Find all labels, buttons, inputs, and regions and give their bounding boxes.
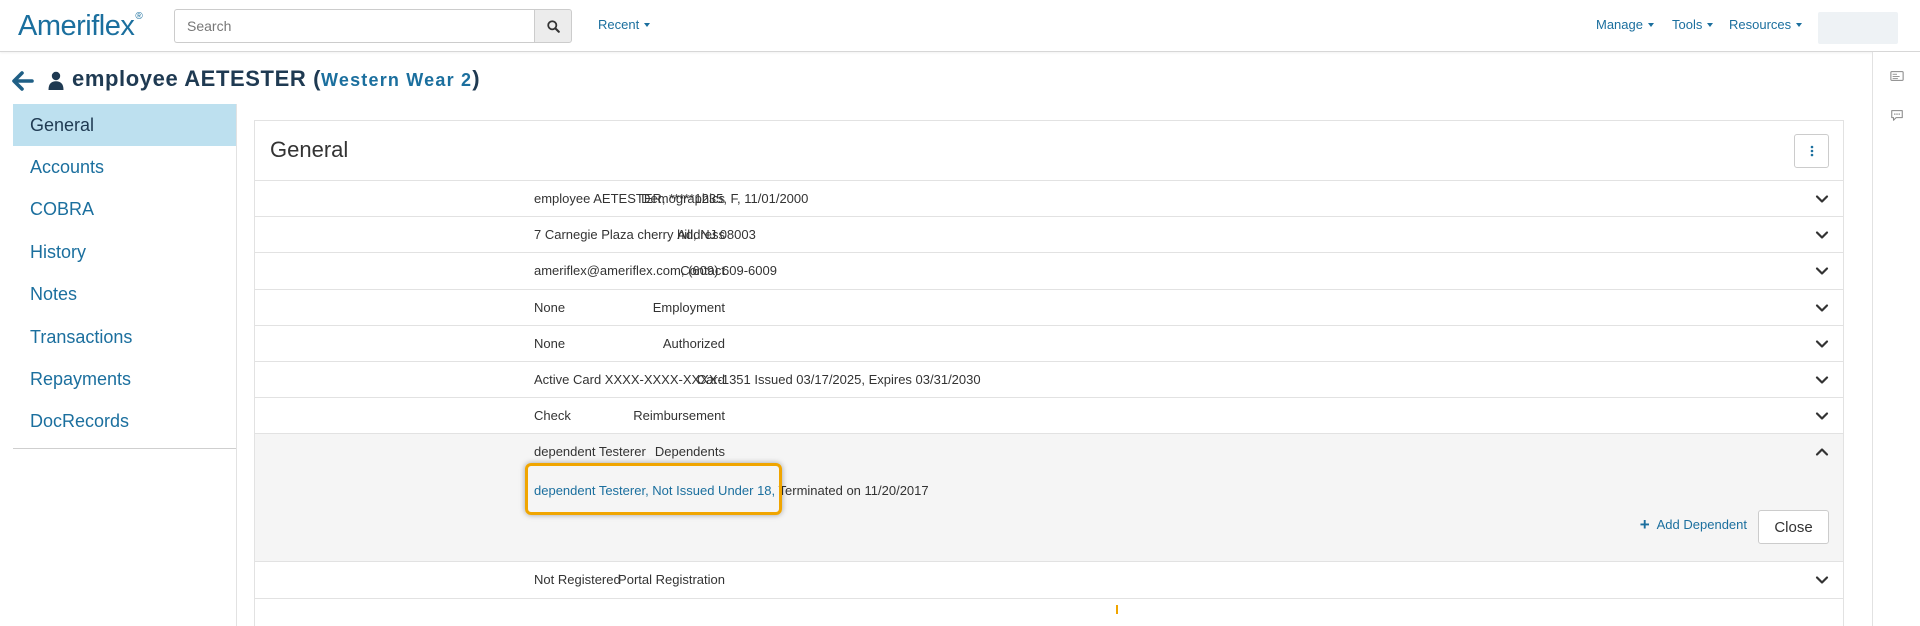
- manage-menu-label: Manage: [1596, 17, 1643, 32]
- employee-name: employee AETESTER: [72, 66, 307, 91]
- sidebar-item-cobra[interactable]: COBRA: [13, 189, 236, 231]
- chevron-down-icon[interactable]: [1815, 264, 1829, 278]
- row-demographics[interactable]: Demographics employee AETESTER, *****123…: [255, 181, 1843, 218]
- close-button[interactable]: Close: [1758, 510, 1829, 545]
- plus-icon: +: [1639, 515, 1650, 535]
- caret-down-icon: [1796, 22, 1803, 27]
- dependents-summary: dependent Testerer: [534, 444, 646, 460]
- row-label: Portal Registration: [618, 572, 725, 588]
- dependent-link[interactable]: dependent Testerer, Not Issued Under 18,: [534, 483, 775, 498]
- close-paren: ): [472, 66, 481, 91]
- row-value: None: [534, 335, 566, 351]
- chevron-down-icon[interactable]: [1815, 228, 1829, 242]
- tools-menu-label: Tools: [1672, 17, 1703, 32]
- dependent-entry: dependent Testerer, Not Issued Under 18,…: [534, 483, 929, 498]
- caret-down-icon: [644, 22, 651, 27]
- recent-menu-label: Recent: [598, 17, 640, 32]
- chevron-down-icon[interactable]: [1815, 337, 1829, 351]
- employer-link[interactable]: Western Wear 2: [321, 70, 472, 90]
- manage-menu[interactable]: Manage: [1596, 17, 1654, 32]
- general-panel: General Demographics employee AETESTER, …: [254, 120, 1844, 626]
- row-value: Not Registered: [534, 572, 621, 588]
- row-value: Check: [534, 408, 571, 424]
- chevron-down-icon[interactable]: [1815, 301, 1829, 315]
- chevron-down-icon[interactable]: [1815, 409, 1829, 423]
- logo-registered-mark: ®: [135, 10, 143, 22]
- row-value: ameriflex@ameriflex.com, (609) 609-6009: [534, 263, 777, 279]
- sidebar-item-general[interactable]: General: [13, 104, 236, 147]
- row-contact[interactable]: Contact ameriflex@ameriflex.com, (609) 6…: [255, 253, 1843, 290]
- ameriflex-logo[interactable]: Ameriflex ®: [18, 10, 143, 42]
- dependent-status: Terminated on 11/20/2017: [775, 483, 929, 499]
- page-title: employee AETESTER (Western Wear 2): [72, 66, 480, 92]
- row-card[interactable]: Card Active Card XXXX-XXXX-XXXX-1351 Iss…: [255, 362, 1843, 399]
- user-menu[interactable]: [1818, 12, 1898, 44]
- row-value: 7 Carnegie Plaza cherry hill, NJ 08003: [534, 227, 756, 243]
- add-dependent-button[interactable]: + Add Dependent: [1639, 515, 1747, 535]
- sidebar-divider: [13, 448, 236, 449]
- tools-menu[interactable]: Tools: [1672, 17, 1714, 32]
- row-value: Active Card XXXX-XXXX-XXXX-1351 Issued 0…: [534, 371, 981, 387]
- recent-menu[interactable]: Recent: [598, 17, 651, 32]
- sidebar-item-history[interactable]: History: [13, 231, 236, 273]
- open-paren: (: [313, 66, 321, 91]
- chevron-down-icon[interactable]: [1815, 573, 1829, 587]
- row-address[interactable]: Address 7 Carnegie Plaza cherry hill, NJ…: [255, 217, 1843, 254]
- row-reimbursement[interactable]: Reimbursement Check: [255, 398, 1843, 435]
- vertical-ellipsis-icon: [1810, 145, 1813, 157]
- row-value: employee AETESTER, *****1235, F, 11/01/2…: [534, 191, 809, 206]
- more-options-button[interactable]: [1794, 134, 1829, 168]
- sidebar-item-notes[interactable]: Notes: [13, 274, 236, 316]
- search-button[interactable]: [534, 9, 572, 43]
- sidebar-nav: General Accounts COBRA History Notes Tra…: [13, 104, 237, 626]
- sidebar-item-docrecords[interactable]: DocRecords: [13, 401, 236, 443]
- row-employment[interactable]: Employment None: [255, 290, 1843, 326]
- search-input[interactable]: [174, 9, 534, 43]
- chevron-down-icon[interactable]: [1815, 373, 1829, 387]
- caret-down-icon: [1707, 22, 1714, 27]
- id-card-icon[interactable]: [1890, 69, 1904, 83]
- add-dependent-label: Add Dependent: [1656, 517, 1747, 533]
- logo-text: Ameriflex: [18, 9, 135, 42]
- back-arrow-icon[interactable]: [12, 71, 34, 91]
- row-portal-registration[interactable]: Portal Registration Not Registered: [255, 562, 1843, 599]
- chat-icon[interactable]: [1890, 108, 1904, 122]
- top-navbar: Ameriflex ® Recent Manage Tools Resource…: [0, 0, 1920, 52]
- caret-down-icon: [1647, 22, 1654, 27]
- search-group: [174, 9, 572, 43]
- row-label: Reimbursement: [633, 408, 725, 424]
- cursor-marker: [1116, 605, 1118, 614]
- sidebar-item-transactions[interactable]: Transactions: [13, 316, 236, 358]
- row-label: Employment: [652, 299, 725, 315]
- row-authorized[interactable]: Authorized None: [255, 326, 1843, 362]
- user-icon: [48, 71, 64, 90]
- resources-menu-label: Resources: [1729, 17, 1792, 32]
- search-icon: [546, 19, 560, 33]
- sidebar-item-accounts[interactable]: Accounts: [13, 146, 236, 188]
- sidebar-item-repayments[interactable]: Repayments: [13, 358, 236, 400]
- row-label: Authorized: [662, 335, 725, 351]
- right-utility-rail: [1872, 52, 1920, 626]
- chevron-up-icon[interactable]: [1815, 445, 1829, 459]
- row-value: None: [534, 299, 566, 315]
- resources-menu[interactable]: Resources: [1729, 17, 1803, 32]
- row-dependents-expanded: Dependents dependent Testerer dependent …: [255, 434, 1843, 563]
- row-label: Dependents: [654, 444, 725, 460]
- panel-title: General: [270, 137, 349, 162]
- chevron-down-icon[interactable]: [1815, 192, 1829, 206]
- panel-heading: General: [255, 121, 1843, 181]
